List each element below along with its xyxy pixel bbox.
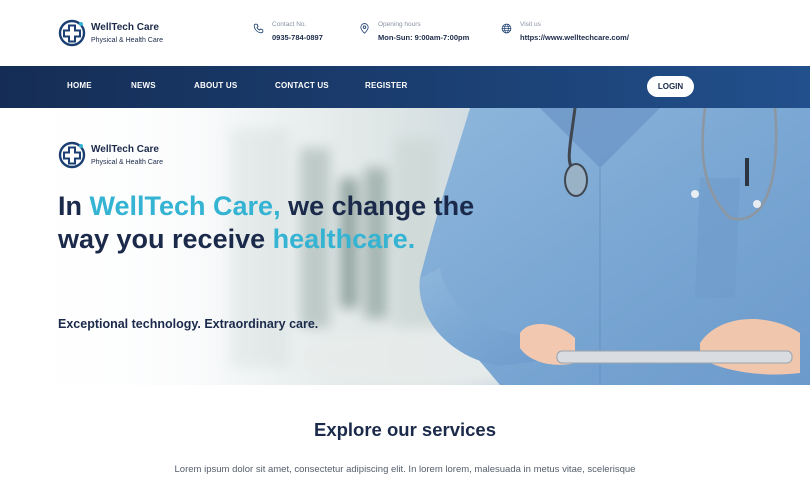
main-nav: HOME NEWS ABOUT US CONTACT US REGISTER L… bbox=[0, 66, 810, 108]
hero-section: WellTech Care Physical & Health Care In … bbox=[0, 108, 810, 385]
contact-phone-label: Contact No. bbox=[272, 21, 307, 28]
hero-brand-tagline: Physical & Health Care bbox=[91, 158, 163, 166]
contact-phone: Contact No. 0935-784-0897 bbox=[253, 21, 323, 42]
nav-register[interactable]: REGISTER bbox=[365, 82, 408, 90]
headline-accent-brand: WellTech Care, bbox=[89, 191, 281, 221]
top-header: WellTech Care Physical & Health Care Con… bbox=[0, 0, 810, 66]
brand-tagline: Physical & Health Care bbox=[91, 36, 163, 44]
hero-subheadline: Exceptional technology. Extraordinary ca… bbox=[58, 317, 319, 331]
location-pin-icon bbox=[360, 23, 369, 34]
contact-phone-value[interactable]: 0935-784-0897 bbox=[272, 33, 323, 42]
services-description: Lorem ipsum dolor sit amet, consectetur … bbox=[174, 464, 636, 475]
nav-news[interactable]: NEWS bbox=[131, 82, 156, 90]
brand-name: WellTech Care bbox=[91, 21, 159, 33]
login-button[interactable]: LOGIN bbox=[647, 76, 694, 97]
brand[interactable]: WellTech Care Physical & Health Care bbox=[58, 19, 163, 47]
globe-icon bbox=[501, 23, 512, 34]
hero-headline: In WellTech Care, we change the way you … bbox=[58, 190, 488, 255]
medical-cross-icon bbox=[58, 141, 86, 169]
phone-icon bbox=[253, 23, 264, 34]
nav-home[interactable]: HOME bbox=[67, 82, 92, 90]
opening-hours: Opening hours Mon-Sun: 9:00am-7:00pm bbox=[359, 21, 470, 42]
medical-cross-icon bbox=[58, 19, 86, 47]
nav-contact-us[interactable]: CONTACT US bbox=[275, 82, 329, 90]
website-link[interactable]: https://www.welltechcare.com/ bbox=[520, 33, 629, 42]
nav-about-us[interactable]: ABOUT US bbox=[194, 82, 237, 90]
visit-us: Visit us https://www.welltechcare.com/ bbox=[501, 21, 629, 42]
headline-accent-healthcare: healthcare. bbox=[272, 223, 416, 254]
opening-hours-label: Opening hours bbox=[378, 21, 421, 28]
headline-text: In bbox=[58, 191, 90, 221]
services-title: Explore our services bbox=[313, 419, 496, 440]
opening-hours-value: Mon-Sun: 9:00am-7:00pm bbox=[378, 32, 470, 42]
hero-brand: WellTech Care Physical & Health Care bbox=[58, 141, 163, 169]
visit-us-label: Visit us bbox=[520, 21, 541, 28]
hero-brand-name: WellTech Care bbox=[91, 143, 159, 155]
